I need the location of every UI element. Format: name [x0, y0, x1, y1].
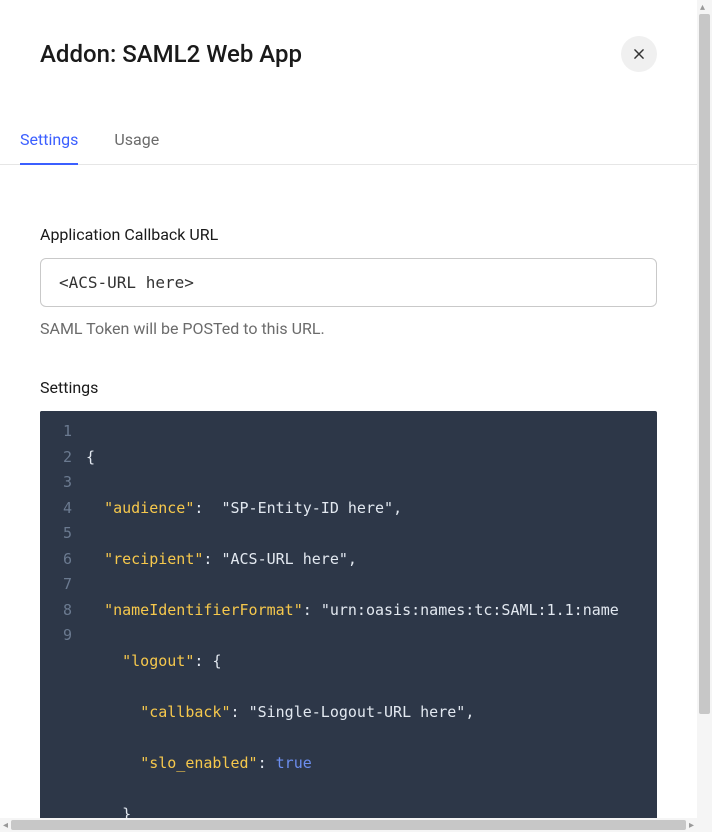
page-horizontal-scrollbar[interactable]: ◂ ▸ — [0, 818, 697, 832]
close-button[interactable] — [621, 36, 657, 72]
scroll-left-arrow-icon[interactable]: ◂ — [0, 820, 11, 831]
modal-title: Addon: SAML2 Web App — [40, 40, 302, 68]
code-content[interactable]: { "audience": "SP-Entity-ID here", "reci… — [82, 411, 619, 818]
scroll-up-arrow-icon[interactable]: ▴ — [700, 2, 705, 13]
code-gutter: 1 2 3 4 5 6 7 8 9 — [40, 411, 82, 818]
settings-editor-label: Settings — [40, 378, 657, 397]
tab-settings[interactable]: Settings — [20, 116, 78, 165]
callback-url-input[interactable] — [40, 258, 657, 307]
tab-usage[interactable]: Usage — [114, 116, 159, 165]
page-horizontal-scroll-thumb[interactable] — [11, 820, 686, 830]
callback-url-label: Application Callback URL — [40, 225, 657, 244]
scrollbar-corner — [697, 818, 712, 832]
settings-code-editor[interactable]: 1 2 3 4 5 6 7 8 9 { "audience": "SP-Enti… — [40, 411, 657, 818]
tabs: Settings Usage — [0, 116, 697, 165]
scroll-right-arrow-icon[interactable]: ▸ — [686, 820, 697, 831]
callback-url-helper: SAML Token will be POSTed to this URL. — [40, 319, 657, 338]
page-vertical-scroll-thumb[interactable] — [699, 14, 710, 714]
close-icon — [632, 47, 646, 61]
page-vertical-scrollbar[interactable]: ▴ — [697, 0, 712, 818]
